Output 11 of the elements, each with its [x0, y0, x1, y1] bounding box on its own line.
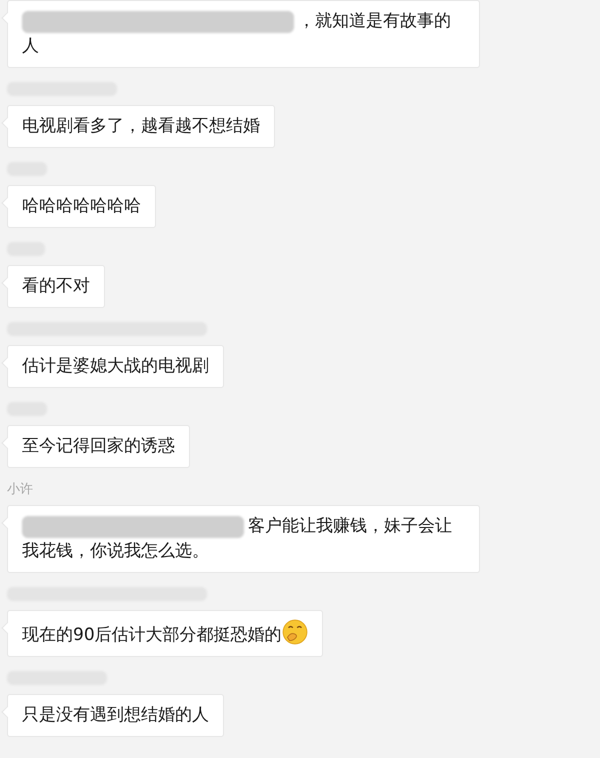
message-text: 估计是婆媳大战的电视剧: [22, 356, 209, 376]
message-text: 至今记得回家的诱惑: [22, 436, 175, 456]
message-text: 现在的90后估计大部分都挺恐婚的: [22, 625, 282, 645]
message-text: 看的不对: [22, 276, 90, 296]
sender-name: 小许: [7, 482, 33, 498]
message-text: 电视剧看多了，越看越不想结婚: [22, 116, 260, 136]
message-text: 客户能让我赚钱，妹子会让我花钱，你说我怎么选。: [22, 516, 452, 561]
thinking-emoji-icon: [282, 619, 308, 645]
message-text: ，就知道是有故事的人: [22, 11, 451, 56]
message-text: 只是没有遇到想结婚的人: [22, 705, 209, 725]
message-text: 哈哈哈哈哈哈哈: [22, 196, 141, 216]
